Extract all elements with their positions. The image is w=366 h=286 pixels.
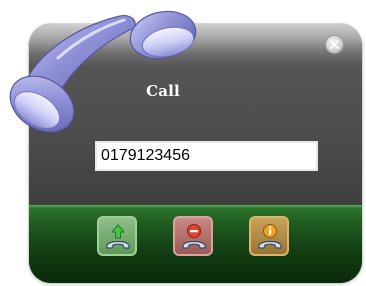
close-icon (330, 40, 339, 49)
call-icon (106, 224, 130, 249)
hangup-button[interactable] (173, 216, 213, 256)
close-button[interactable] (326, 36, 343, 53)
phone-handset-icon (9, 10, 197, 133)
info-button[interactable] (249, 216, 289, 256)
hangup-icon (182, 224, 206, 249)
info-icon (258, 224, 282, 249)
footer-highlight (29, 205, 362, 208)
call-window: Call (0, 0, 366, 286)
call-button[interactable] (97, 216, 137, 256)
